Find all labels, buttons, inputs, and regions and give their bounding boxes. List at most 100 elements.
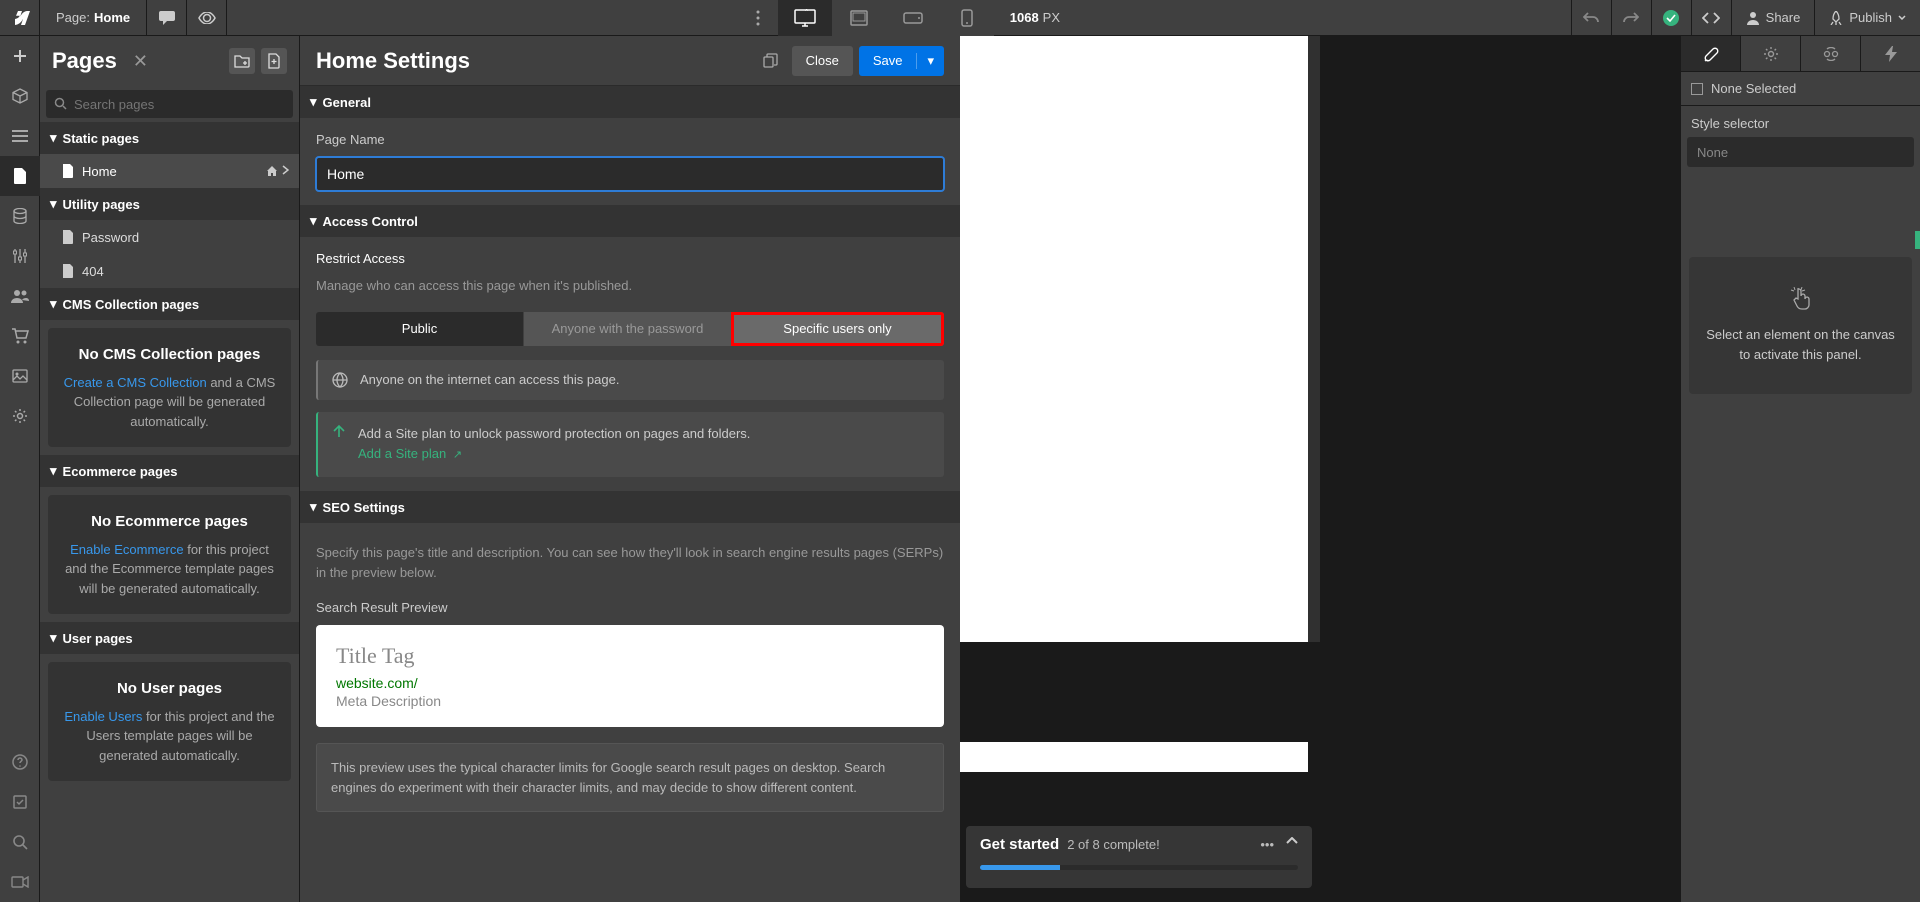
new-folder-icon[interactable] xyxy=(229,48,255,74)
close-pages-icon[interactable]: ✕ xyxy=(133,51,148,72)
search-toolbar-icon[interactable] xyxy=(0,822,40,862)
enable-ecommerce-link[interactable]: Enable Ecommerce xyxy=(70,542,183,557)
share-button[interactable]: Share xyxy=(1731,0,1815,36)
copy-icon[interactable] xyxy=(756,46,786,76)
style-selector-label: Style selector xyxy=(1681,106,1920,137)
seo-section-header[interactable]: ▾SEO Settings xyxy=(300,491,960,523)
canvas-preview[interactable] xyxy=(960,36,1308,642)
general-section-header[interactable]: ▾General xyxy=(300,86,960,118)
utility-pages-section[interactable]: ▾Utility pages xyxy=(40,188,299,220)
search-icon xyxy=(54,97,67,110)
add-site-plan-link[interactable]: Add a Site plan ↗ xyxy=(358,446,462,461)
user-pages-section[interactable]: ▾User pages xyxy=(40,622,299,654)
undo-icon[interactable] xyxy=(1571,0,1611,36)
page-label-password: Password xyxy=(82,230,139,245)
serp-preview-card: Title Tag website.com/ Meta Description xyxy=(316,625,944,727)
style-selector-input[interactable]: None xyxy=(1687,137,1914,167)
preview-eye-icon[interactable] xyxy=(187,0,227,36)
cms-icon[interactable] xyxy=(0,196,40,236)
settings-panel-icon[interactable] xyxy=(0,236,40,276)
more-vert-icon[interactable] xyxy=(738,0,778,36)
page-row-404[interactable]: 404 xyxy=(40,254,299,288)
box-icon[interactable] xyxy=(0,76,40,116)
add-element-icon[interactable] xyxy=(0,36,40,76)
restrict-access-label: Restrict Access xyxy=(316,251,944,266)
right-panel-tabs xyxy=(1681,36,1920,72)
pointer-icon xyxy=(1705,287,1896,311)
audit-icon[interactable] xyxy=(0,782,40,822)
access-toggle: Public Anyone with the password Specific… xyxy=(316,312,944,346)
video-icon[interactable] xyxy=(0,862,40,902)
general-label: General xyxy=(323,95,371,110)
bp-landscape-icon[interactable] xyxy=(886,0,940,36)
redo-icon[interactable] xyxy=(1611,0,1651,36)
access-section-header[interactable]: ▾Access Control xyxy=(300,205,960,237)
page-name-label: Page Name xyxy=(316,132,944,147)
status-icon[interactable] xyxy=(1651,0,1691,36)
canvas-width-readout[interactable]: 1068PX xyxy=(1010,10,1060,25)
assets-icon[interactable] xyxy=(0,356,40,396)
page-label-404: 404 xyxy=(82,264,104,279)
canvas-area xyxy=(960,36,1320,902)
static-pages-section[interactable]: ▾Static pages xyxy=(40,122,299,154)
seo-title: SEO Settings xyxy=(323,500,405,515)
chevron-down-icon xyxy=(1898,15,1906,20)
create-cms-link[interactable]: Create a CMS Collection xyxy=(64,375,207,390)
bp-desktop-icon[interactable] xyxy=(778,0,832,36)
access-specific-button[interactable]: Specific users only xyxy=(731,312,944,346)
access-info-text: Anyone on the internet can access this p… xyxy=(360,372,619,387)
selection-indicator: None Selected xyxy=(1681,72,1920,106)
users-icon[interactable] xyxy=(0,276,40,316)
ecommerce-icon[interactable] xyxy=(0,316,40,356)
publish-button[interactable]: Publish xyxy=(1814,0,1920,36)
search-pages-input[interactable] xyxy=(46,90,293,118)
page-name-input[interactable] xyxy=(316,157,944,191)
external-link-icon: ↗ xyxy=(453,449,462,461)
enable-users-link[interactable]: Enable Users xyxy=(64,709,142,724)
code-export-icon[interactable] xyxy=(1691,0,1731,36)
effects-tab-icon[interactable] xyxy=(1801,36,1861,71)
comment-icon[interactable] xyxy=(147,0,187,36)
caret-down-icon: ▾ xyxy=(50,463,57,479)
style-panel-prompt: Select an element on the canvas to activ… xyxy=(1689,257,1912,394)
navigator-icon[interactable] xyxy=(0,116,40,156)
webflow-logo[interactable] xyxy=(0,0,40,36)
page-row-password[interactable]: Password xyxy=(40,220,299,254)
style-tab-icon[interactable] xyxy=(1681,36,1741,71)
more-horiz-icon[interactable]: ••• xyxy=(1260,837,1274,852)
canvas-scrollbar[interactable] xyxy=(1308,36,1320,642)
user-pages-label: User pages xyxy=(63,631,133,646)
serp-footnote: This preview uses the typical character … xyxy=(316,743,944,812)
help-icon[interactable] xyxy=(0,742,40,782)
bp-mobile-icon[interactable] xyxy=(940,0,994,36)
cms-pages-section[interactable]: ▾CMS Collection pages xyxy=(40,288,299,320)
pages-header: Pages ✕ xyxy=(40,36,299,86)
globe-icon xyxy=(332,372,348,388)
chevron-up-icon[interactable] xyxy=(1286,837,1298,852)
cms-empty-card: No CMS Collection pages Create a CMS Col… xyxy=(48,328,291,447)
page-doc-icon xyxy=(62,264,74,278)
get-started-widget[interactable]: Get started2 of 8 complete! ••• xyxy=(966,826,1312,888)
caret-down-icon: ▾ xyxy=(50,130,57,146)
access-public-button[interactable]: Public xyxy=(316,312,523,346)
new-page-icon[interactable] xyxy=(261,48,287,74)
interactions-tab-icon[interactable] xyxy=(1861,36,1920,71)
ecommerce-pages-section[interactable]: ▾Ecommerce pages xyxy=(40,455,299,487)
serp-description: Meta Description xyxy=(336,693,924,709)
save-button[interactable]: Save▾ xyxy=(859,46,944,76)
person-icon xyxy=(1746,11,1760,25)
page-row-home[interactable]: Home xyxy=(40,154,299,188)
access-control-label: Access Control xyxy=(323,214,418,229)
access-password-button[interactable]: Anyone with the password xyxy=(523,312,731,346)
serp-preview-label: Search Result Preview xyxy=(316,600,944,615)
bp-tablet-icon[interactable] xyxy=(832,0,886,36)
settings-tab-icon[interactable] xyxy=(1741,36,1801,71)
style-panel: None Selected Style selector None Select… xyxy=(1680,36,1920,902)
rocket-icon xyxy=(1829,11,1843,25)
panel-edge-handle[interactable] xyxy=(1915,231,1920,249)
pages-icon[interactable] xyxy=(0,156,40,196)
cms-empty-title: No CMS Collection pages xyxy=(60,344,279,367)
gear-icon[interactable] xyxy=(0,396,40,436)
close-button[interactable]: Close xyxy=(792,46,853,76)
page-indicator[interactable]: Page: Home xyxy=(40,0,147,36)
